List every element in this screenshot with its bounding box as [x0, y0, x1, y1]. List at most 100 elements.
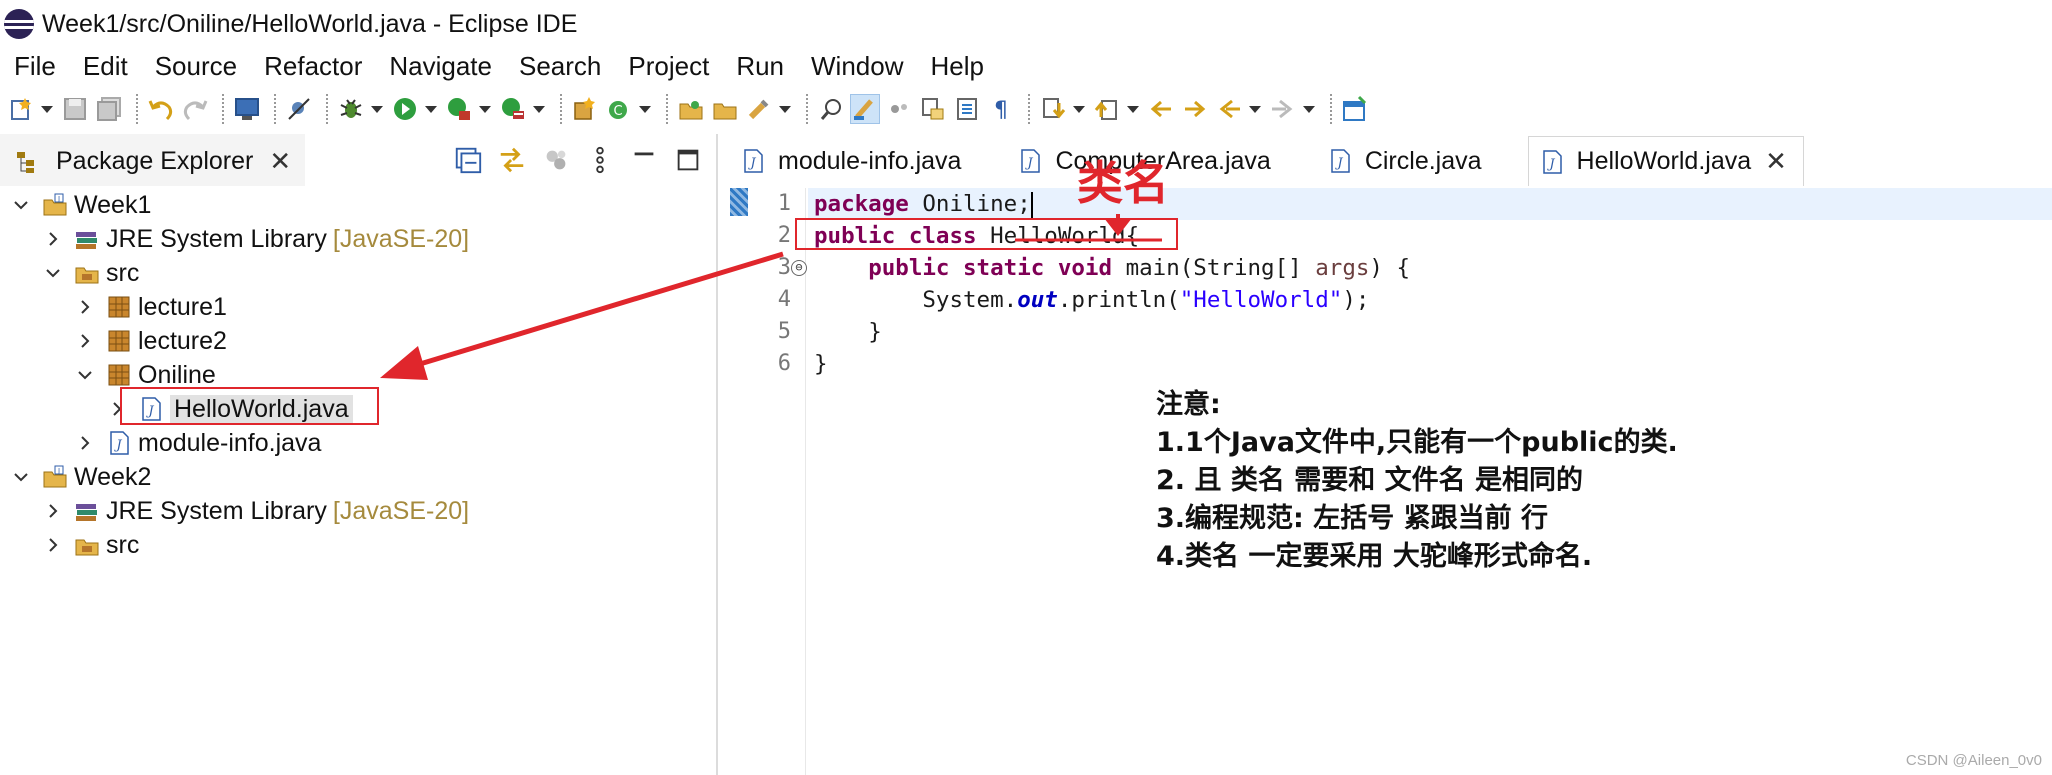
forward-dropdown-icon[interactable] — [1302, 94, 1316, 124]
external-tools-icon[interactable] — [498, 94, 528, 124]
fold-collapse-icon[interactable]: ⊖ — [791, 260, 807, 276]
code-line[interactable]: package Oniline; — [808, 188, 2052, 220]
annotation-icon[interactable] — [816, 94, 846, 124]
open-type-icon[interactable] — [676, 94, 706, 124]
svg-text:J: J — [57, 467, 60, 475]
previous-annotation-dropdown-icon[interactable] — [1126, 94, 1140, 124]
tree-item-src[interactable]: src — [0, 528, 716, 562]
menu-bar: File Edit Source Refactor Navigate Searc… — [0, 48, 2052, 84]
line-number: 3 ⊖ — [748, 252, 807, 284]
menu-window[interactable]: Window — [811, 51, 903, 82]
keyword: public — [868, 255, 950, 281]
menu-source[interactable]: Source — [155, 51, 237, 82]
show-pilcrow-icon[interactable]: ¶ — [986, 94, 1016, 124]
search-flashlight-icon[interactable] — [744, 94, 774, 124]
close-icon[interactable]: ✕ — [1765, 146, 1787, 177]
undo-icon[interactable] — [146, 94, 176, 124]
minimize-icon[interactable] — [628, 144, 660, 176]
tree-item-jre-library[interactable]: JRE System Library [JavaSE-20] — [0, 222, 716, 256]
tree-label: src — [106, 258, 140, 287]
menu-navigate[interactable]: Navigate — [389, 51, 492, 82]
coverage-icon[interactable] — [444, 94, 474, 124]
menu-search[interactable]: Search — [519, 51, 601, 82]
terminal-icon[interactable] — [232, 94, 262, 124]
code-text[interactable]: package Oniline; public class HelloWorld… — [808, 188, 2052, 380]
highlight-occurrences-icon[interactable] — [850, 94, 880, 124]
menu-help[interactable]: Help — [931, 51, 984, 82]
run-dropdown-icon[interactable] — [424, 94, 438, 124]
chevron-right-icon[interactable] — [74, 330, 96, 352]
toggle-mark-icon[interactable] — [952, 94, 982, 124]
code-line[interactable]: } — [808, 348, 2052, 380]
back-icon[interactable] — [1214, 94, 1244, 124]
run-icon[interactable] — [390, 94, 420, 124]
open-folder-icon[interactable] — [710, 94, 740, 124]
menu-edit[interactable]: Edit — [83, 51, 128, 82]
search-dropdown-icon[interactable] — [778, 94, 792, 124]
tree-item-week1[interactable]: J Week1 — [0, 188, 716, 222]
open-perspective-icon[interactable] — [1340, 94, 1370, 124]
chevron-down-icon[interactable] — [10, 466, 32, 488]
view-menu-icon[interactable] — [584, 144, 616, 176]
tree-label: JRE System Library — [106, 224, 327, 253]
chevron-down-icon[interactable] — [74, 364, 96, 386]
new-java-project-icon[interactable] — [570, 94, 600, 124]
new-icon[interactable] — [6, 94, 36, 124]
tree-item-lecture1[interactable]: lecture1 — [0, 290, 716, 324]
chevron-right-icon[interactable] — [74, 296, 96, 318]
next-annotation-dropdown-icon[interactable] — [1072, 94, 1086, 124]
next-annotation-icon[interactable] — [1038, 94, 1068, 124]
skip-breakpoints-icon[interactable] — [284, 94, 314, 124]
code-line[interactable]: System.out.println("HelloWorld"); — [808, 284, 2052, 316]
menu-run[interactable]: Run — [736, 51, 784, 82]
chevron-down-icon[interactable] — [42, 262, 64, 284]
tree-item-src[interactable]: src — [0, 256, 716, 290]
debug-dropdown-icon[interactable] — [370, 94, 384, 124]
chevron-right-icon[interactable] — [42, 500, 64, 522]
code-line[interactable]: } — [808, 316, 2052, 348]
tree-item-helloworld-java[interactable]: J HelloWorld.java — [0, 387, 716, 426]
tree-item-lecture2[interactable]: lecture2 — [0, 324, 716, 358]
block-selection-icon[interactable] — [918, 94, 948, 124]
debug-icon[interactable] — [336, 94, 366, 124]
link-with-editor-icon[interactable] — [496, 144, 528, 176]
code-line[interactable]: public static void main(String[] args) { — [808, 252, 2052, 284]
back-dropdown-icon[interactable] — [1248, 94, 1262, 124]
chevron-right-icon[interactable] — [74, 432, 96, 454]
tree-item-jre-library[interactable]: JRE System Library [JavaSE-20] — [0, 494, 716, 528]
tab-module-info[interactable]: J module-info.java — [730, 136, 977, 186]
show-whitespace-icon[interactable] — [884, 94, 914, 124]
previous-annotation-icon[interactable] — [1092, 94, 1122, 124]
menu-project[interactable]: Project — [628, 51, 709, 82]
tab-helloworld[interactable]: J HelloWorld.java ✕ — [1527, 136, 1804, 186]
forward-icon[interactable] — [1268, 94, 1298, 124]
last-edit-location-icon[interactable] — [1146, 94, 1176, 124]
external-tools-dropdown-icon[interactable] — [532, 94, 546, 124]
redo-icon[interactable] — [180, 94, 210, 124]
close-icon[interactable]: ✕ — [269, 146, 291, 177]
collapse-all-icon[interactable] — [452, 144, 484, 176]
new-class-dropdown-icon[interactable] — [638, 94, 652, 124]
tab-package-explorer[interactable]: Package Explorer ✕ — [0, 134, 306, 186]
maximize-icon[interactable] — [672, 144, 704, 176]
field-token: out — [1017, 287, 1058, 313]
svg-text:¶: ¶ — [994, 98, 1008, 123]
focus-on-active-task-icon[interactable] — [540, 144, 572, 176]
tree-item-week2[interactable]: J Week2 — [0, 460, 716, 494]
tab-circle[interactable]: J Circle.java — [1317, 136, 1498, 186]
menu-refactor[interactable]: Refactor — [264, 51, 362, 82]
new-class-icon[interactable]: C — [604, 94, 634, 124]
chevron-right-icon[interactable] — [42, 228, 64, 250]
svg-text:J: J — [57, 195, 60, 203]
menu-file[interactable]: File — [14, 51, 56, 82]
chevron-right-icon[interactable] — [42, 534, 64, 556]
tree-item-module-info[interactable]: J module-info.java — [0, 426, 716, 460]
new-dropdown-icon[interactable] — [40, 94, 54, 124]
coverage-dropdown-icon[interactable] — [478, 94, 492, 124]
chevron-down-icon[interactable] — [10, 194, 32, 216]
tree-label: JRE System Library — [106, 496, 327, 525]
save-icon[interactable] — [60, 94, 90, 124]
forward-edit-icon[interactable] — [1180, 94, 1210, 124]
parameter-token: args — [1315, 255, 1370, 281]
save-all-icon[interactable] — [94, 94, 124, 124]
